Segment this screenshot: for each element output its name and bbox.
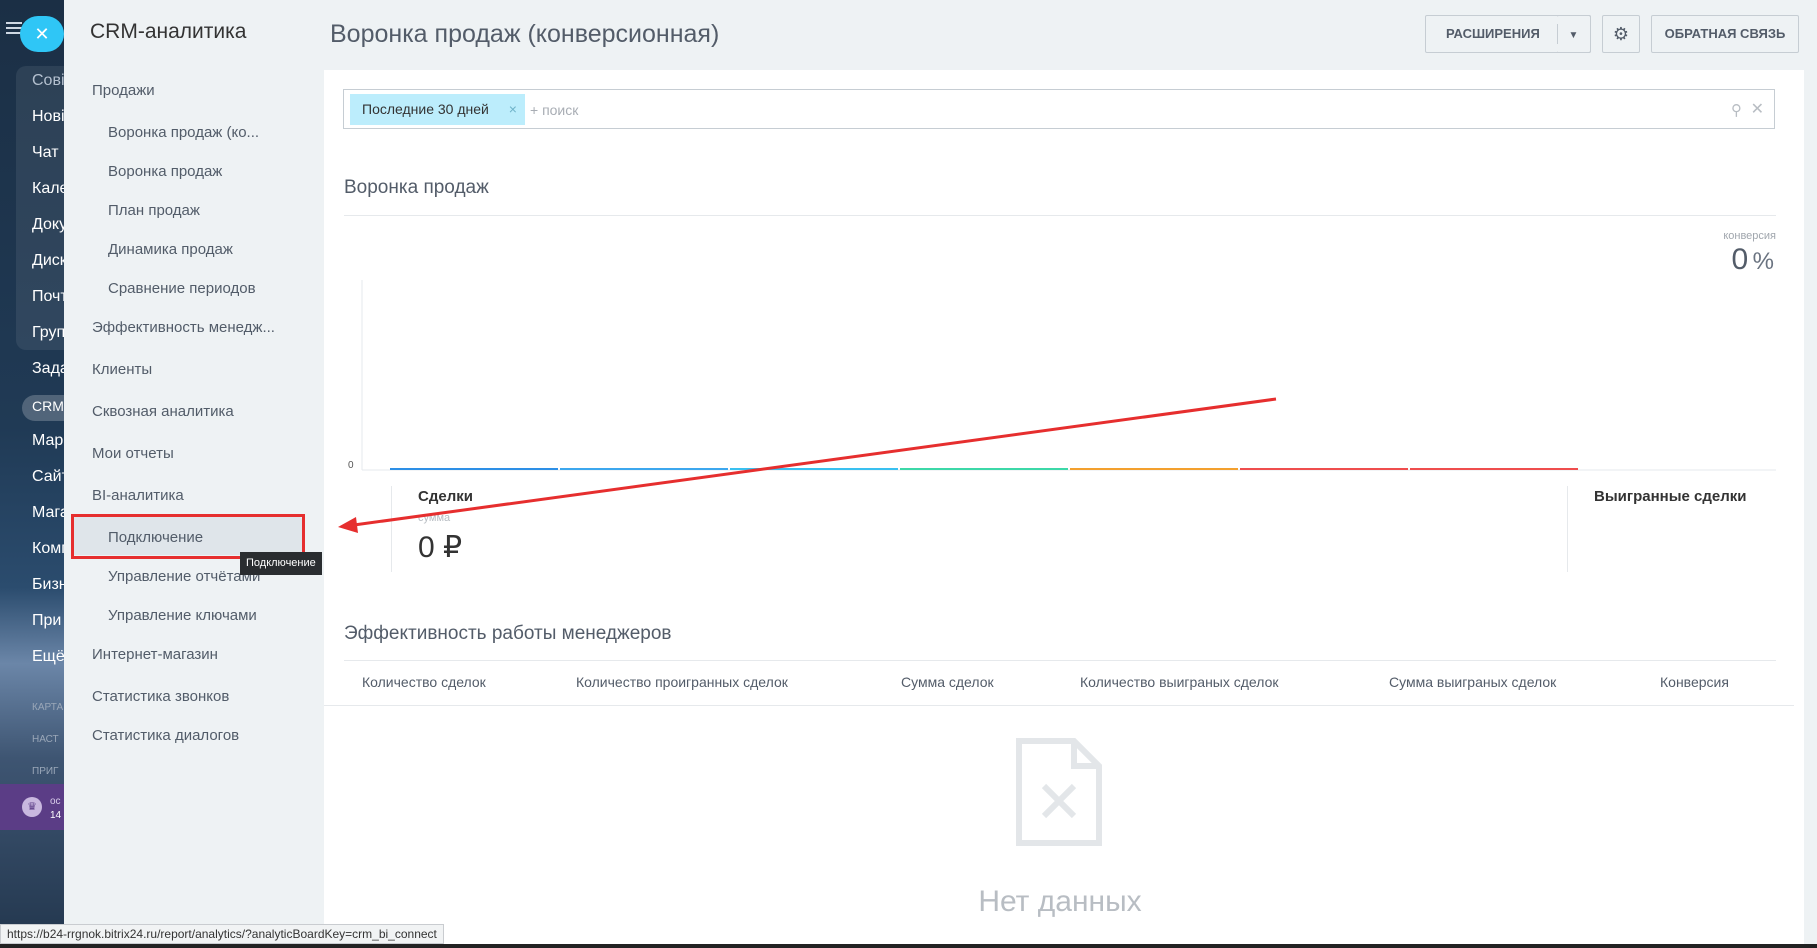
menu-item-online-store[interactable]: Интернет-магазин xyxy=(92,646,218,663)
close-icon: ✕ xyxy=(34,24,50,44)
divider xyxy=(324,705,1794,706)
menu-item-sales[interactable]: Продажи xyxy=(92,82,155,99)
menu-item-clients[interactable]: Клиенты xyxy=(92,361,152,378)
menu-item-sales-plan[interactable]: План продаж xyxy=(108,202,200,219)
conversion-label: конверсия xyxy=(1723,230,1776,242)
menu-item-dialog-statistics[interactable]: Статистика диалогов xyxy=(92,727,239,744)
page-title: Воронка продаж (конверсионная) xyxy=(330,20,720,48)
extensions-dropdown-button[interactable]: ▼ xyxy=(1557,15,1591,53)
funnel-title: Воронка продаж xyxy=(344,177,489,198)
rail-small-link[interactable]: ПРИГ xyxy=(32,766,58,777)
rail-small-link[interactable]: НАСТ xyxy=(32,734,59,745)
no-data-text: Нет данных xyxy=(978,885,1142,918)
gear-icon: ⚙ xyxy=(1612,24,1630,44)
menu-item-call-statistics[interactable]: Статистика звонков xyxy=(92,688,229,705)
rail-item[interactable]: Сові xyxy=(32,72,64,90)
settings-button[interactable]: ⚙ xyxy=(1602,15,1640,53)
filter-tag-remove-icon[interactable]: × xyxy=(503,94,523,125)
managers-title: Эффективность работы менеджеров xyxy=(344,623,672,644)
feedback-button[interactable]: ОБРАТНАЯ СВЯЗЬ xyxy=(1651,15,1799,53)
rail-item[interactable]: Кале xyxy=(32,180,64,198)
column-header[interactable]: Количество выиграных сделок xyxy=(1080,674,1278,690)
rail-item[interactable]: Зада xyxy=(32,360,64,378)
rail-item[interactable]: Нові xyxy=(32,108,64,126)
rail-item[interactable]: Доку xyxy=(32,216,64,234)
won-deals-stat: Выигранные сделки xyxy=(1567,486,1777,572)
rail-item[interactable]: Диск xyxy=(32,252,64,270)
menu-item-sales-funnel[interactable]: Воронка продаж xyxy=(108,163,222,180)
tooltip: Подключение xyxy=(240,552,322,575)
rail-item[interactable]: Комп xyxy=(32,540,64,558)
chevron-down-icon: ▼ xyxy=(1568,30,1579,41)
menu-item-key-management[interactable]: Управление ключами xyxy=(108,607,257,624)
menu-item-sales-funnel-conversion[interactable]: Воронка продаж (ко... xyxy=(108,124,259,141)
window-bottom-edge xyxy=(0,944,1817,948)
divider xyxy=(344,215,1776,216)
close-menu-button[interactable]: ✕ xyxy=(20,16,64,52)
menu-item-report-management[interactable]: Управление отчётами xyxy=(108,568,260,585)
rail-item[interactable]: Ещё xyxy=(32,648,64,666)
clear-icon[interactable]: ✕ xyxy=(1751,99,1764,119)
divider xyxy=(344,660,1776,661)
rail-plan-line2: 14 xyxy=(50,810,62,821)
search-input[interactable]: + поиск xyxy=(530,90,578,130)
column-header[interactable]: Сумма сделок xyxy=(901,674,994,690)
rail-item[interactable]: При xyxy=(32,612,61,630)
menu-item-period-comparison[interactable]: Сравнение периодов xyxy=(108,280,256,297)
menu-item-my-reports[interactable]: Мои отчеты xyxy=(92,445,174,462)
won-deals-label: Выигранные сделки xyxy=(1594,488,1747,505)
no-data-file-icon xyxy=(1016,738,1102,846)
annotation-arrow xyxy=(338,397,1277,533)
rail-item[interactable]: Бизн xyxy=(32,576,64,594)
analytics-menu: CRM-аналитика Продажи Воронка продаж (ко… xyxy=(64,0,324,948)
status-url: https://b24-rrgnok.bitrix24.ru/report/an… xyxy=(0,924,444,944)
menu-title: CRM-аналитика xyxy=(90,20,247,43)
rail-small-link[interactable]: КАРТА xyxy=(32,702,63,713)
menu-item-end-to-end-analytics[interactable]: Сквозная аналитика xyxy=(92,403,234,420)
funnel-stage-bar xyxy=(1410,468,1578,470)
rail-plan-line1: ос xyxy=(50,796,61,807)
rail-item[interactable]: Мага xyxy=(32,504,64,522)
column-header[interactable]: Количество сделок xyxy=(362,674,486,690)
menu-item-manager-efficiency[interactable]: Эффективность менедж... xyxy=(92,319,275,336)
search-icon[interactable]: ⚲ xyxy=(1731,101,1742,119)
crown-icon: ♛ xyxy=(22,797,42,817)
rail-item[interactable]: Груп xyxy=(32,324,64,342)
rail-item[interactable]: Марк xyxy=(32,432,64,450)
rail-item[interactable]: Чат xyxy=(32,144,59,162)
menu-item-sales-dynamics[interactable]: Динамика продаж xyxy=(108,241,233,258)
rail-item[interactable]: Почт xyxy=(32,288,64,306)
rail-item-crm[interactable]: CRM xyxy=(32,398,64,414)
menu-item-bi-analytics[interactable]: BI-аналитика xyxy=(92,487,184,504)
filter-tag[interactable]: Последние 30 дней × xyxy=(350,94,525,125)
column-header[interactable]: Сумма выиграных сделок xyxy=(1389,674,1556,690)
filter-bar[interactable]: Последние 30 дней × + поиск ⚲ ✕ xyxy=(343,89,1775,129)
app-sidebar: ✕ Сові Нові Чат Кале Доку Диск Почт Груп… xyxy=(0,0,64,948)
rail-item[interactable]: Сайт xyxy=(32,468,64,486)
filter-tag-label: Последние 30 дней xyxy=(362,101,489,117)
column-header[interactable]: Конверсия xyxy=(1660,674,1729,690)
column-header[interactable]: Количество проигранных сделок xyxy=(576,674,788,690)
